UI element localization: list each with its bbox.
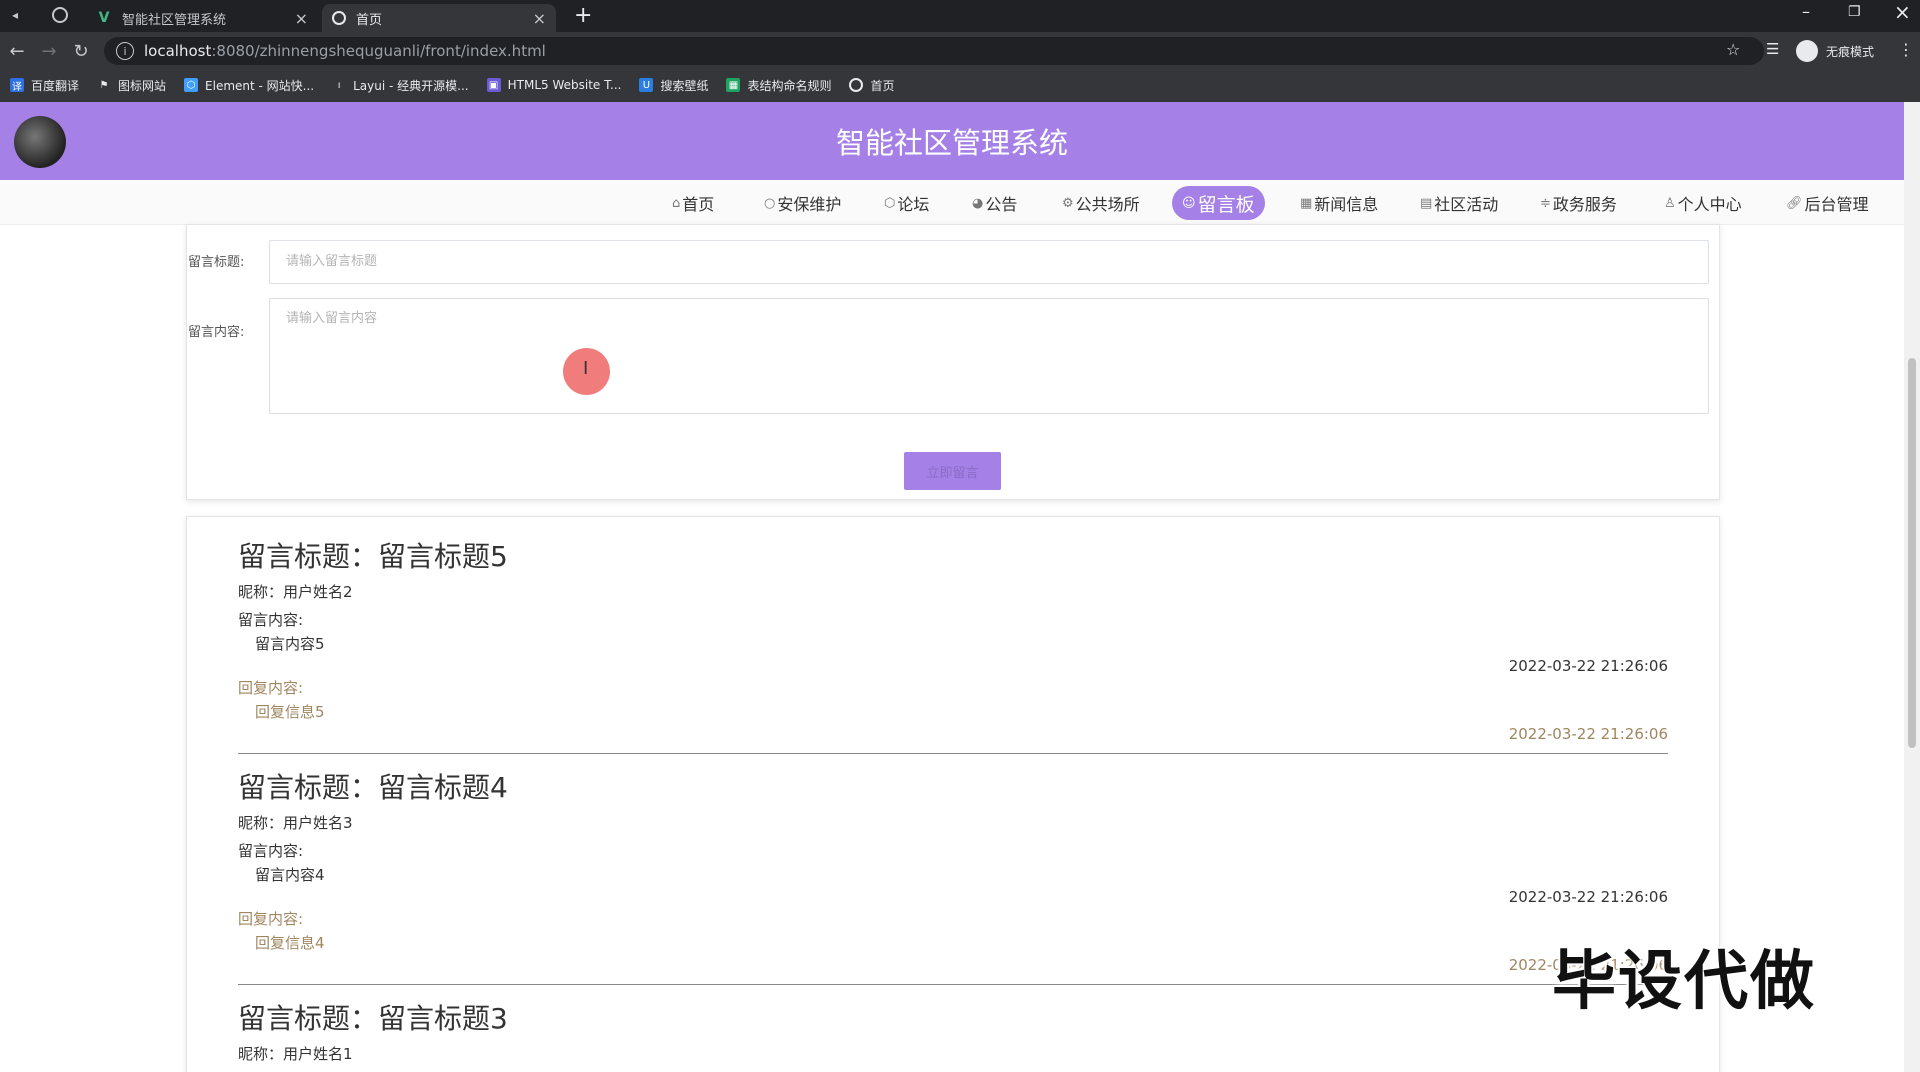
tab-label: 首页 [356, 12, 383, 28]
scrollbar-thumb[interactable] [1908, 358, 1916, 748]
globe-icon [849, 78, 864, 92]
message-nickname: 昵称：用户姓名1 [238, 1045, 353, 1063]
address-bar[interactable]: i localhost :8080/zhinnengshequguanli/fr… [104, 37, 1764, 65]
divider [238, 984, 1668, 985]
divider [238, 753, 1668, 754]
reply-content: 回复信息4 [255, 934, 325, 952]
site-header: 智能社区管理系统 [0, 102, 1904, 180]
wallpaper-icon: U [639, 78, 654, 92]
reload-icon[interactable]: ↻ [70, 40, 92, 62]
menu-icon[interactable]: ⋮ [1898, 40, 1914, 59]
watermark: 毕设代做 [1552, 945, 1816, 1019]
nav-item-activities[interactable]: ▤ 社区活动 [1420, 186, 1498, 220]
nav-item-forum[interactable]: ⬡ 论坛 [884, 186, 929, 220]
submit-message-button[interactable]: 立即留言 [904, 452, 1001, 490]
sliders-icon: ≑ [1540, 195, 1551, 211]
forward-icon[interactable]: → [38, 40, 60, 62]
minimize-icon[interactable]: – [1802, 2, 1810, 21]
message-content: 留言内容4 [255, 866, 325, 884]
settings-icon: ⚙ [1062, 195, 1074, 211]
reply-label: 回复内容: [238, 910, 304, 928]
reply-content: 回复信息5 [255, 703, 325, 721]
message-time: 2022-03-22 21:26:06 [1508, 657, 1668, 675]
title-label: 留言标题: [188, 255, 245, 270]
palette-icon: ◕ [972, 195, 984, 211]
calendar-icon: ▦ [1300, 195, 1313, 211]
browser-tab-bar: ◂ V 智能社区管理系统 × 首页 × + – ❐ × [0, 0, 1920, 32]
url-path: :8080/zhinnengshequguanli/front/index.ht… [211, 42, 546, 60]
message-list: 留言标题：留言标题5 昵称：用户姓名2 留言内容: 留言内容5 2022-03-… [186, 516, 1720, 1072]
reading-list-icon[interactable]: ☰ [1766, 40, 1779, 58]
nav-item-home[interactable]: ⌂ 首页 [672, 186, 714, 220]
message-nickname: 昵称：用户姓名2 [238, 583, 353, 601]
nav-item-news[interactable]: ▦ 新闻信息 [1300, 186, 1378, 220]
back-icon[interactable]: ← [6, 40, 28, 62]
window-close-icon[interactable]: × [1894, 0, 1911, 24]
smile-icon: ☺ [1182, 195, 1196, 211]
element-icon: ⬡ [184, 78, 199, 92]
home-icon: ⌂ [672, 195, 681, 211]
url-host: localhost [144, 42, 212, 60]
message-title: 留言标题：留言标题4 [238, 771, 508, 804]
bookmarks-bar: 译百度翻译 ⚑ 图标网站 ⬡ Element - 网站快... ı Layui - 经… [0, 68, 1920, 103]
info-icon[interactable]: i [116, 42, 134, 60]
tab-label: 智能社区管理系统 [122, 12, 227, 28]
circle-icon: ○ [764, 195, 776, 211]
message-form: 留言标题: 请输入留言标题 留言内容: 请输入留言内容 立即留言 I [186, 224, 1720, 500]
link-icon: 🔗︎ [1786, 195, 1803, 211]
message-content-label: 留言内容: [238, 611, 304, 629]
nav-item-admin[interactable]: 🔗︎ 后台管理 [1786, 186, 1869, 220]
content-label: 留言内容: [188, 325, 245, 340]
text-cursor-icon: I [583, 358, 589, 379]
bookmark-item[interactable]: ⬡ Element - 网站快... [184, 77, 314, 94]
main-nav: ⌂ 首页 ○ 安保维护 ⬡ 论坛 ◕ 公告 ⚙ 公共场所 ☺ 留言板 ▦ 新闻信息 ▤ 社区活动… [0, 180, 1904, 225]
message-title: 留言标题：留言标题3 [238, 1002, 508, 1035]
translate-icon: 译 [10, 78, 24, 93]
message-content: 留言内容5 [255, 635, 325, 653]
reply-label: 回复内容: [238, 679, 304, 697]
web-page: 智能社区管理系统 ⌂ 首页 ○ 安保维护 ⬡ 论坛 ◕ 公告 ⚙ 公共场所 ☺ 留言板 ▦ 新… [0, 102, 1904, 1072]
close-icon[interactable]: × [295, 9, 308, 28]
document-icon: ▤ [1420, 195, 1433, 211]
tab-admin-system[interactable]: V 智能社区管理系统 × [86, 4, 318, 32]
bookmark-item[interactable]: ▦ 表结构命名规则 [726, 77, 831, 94]
title-input[interactable]: 请输入留言标题 [269, 240, 1709, 284]
nav-item-message-board[interactable]: ☺ 留言板 [1172, 186, 1265, 220]
nav-item-security[interactable]: ○ 安保维护 [764, 186, 841, 220]
message-nickname: 昵称：用户姓名3 [238, 814, 353, 832]
nav-item-notice[interactable]: ◕ 公告 [972, 186, 1017, 220]
bookmark-item[interactable]: 译百度翻译 [10, 77, 79, 94]
close-icon[interactable]: × [533, 9, 546, 28]
message-time: 2022-03-22 21:26:06 [1508, 888, 1668, 906]
bookmark-item[interactable]: ⚑ 图标网站 [97, 77, 167, 94]
globe-icon[interactable] [52, 7, 68, 23]
bookmark-item[interactable]: 首页 [849, 77, 895, 94]
message-title: 留言标题：留言标题5 [238, 540, 508, 573]
bookmark-item[interactable]: ▣ HTML5 Website T... [486, 78, 621, 92]
tab-home[interactable]: 首页 × [322, 4, 556, 32]
nav-item-public-places[interactable]: ⚙ 公共场所 [1062, 186, 1140, 220]
star-icon[interactable]: ☆ [1726, 40, 1740, 59]
nav-item-personal-center[interactable]: ♙ 个人中心 [1664, 186, 1742, 220]
site-title: 智能社区管理系统 [835, 126, 1068, 160]
incognito-icon[interactable] [1796, 40, 1818, 62]
bookmark-item[interactable]: ı Layui - 经典开源模... [332, 77, 469, 94]
user-icon: ♙ [1664, 195, 1676, 211]
v-logo-icon: V [98, 10, 110, 26]
reply-time: 2022-03-22 21:26:06 [1508, 725, 1668, 743]
nav-item-gov-services[interactable]: ≑ 政务服务 [1540, 186, 1617, 220]
html5-icon: ▣ [486, 78, 501, 92]
table-icon: ▦ [726, 78, 741, 92]
new-tab-icon[interactable]: + [574, 3, 592, 28]
restore-icon[interactable]: ❐ [1848, 4, 1861, 20]
bookmark-item[interactable]: U 搜索壁纸 [639, 77, 708, 94]
incognito-label: 无痕模式 [1826, 45, 1875, 59]
message-content-label: 留言内容: [238, 842, 304, 860]
flag-icon: ⚑ [99, 79, 109, 91]
content-textarea[interactable]: 请输入留言内容 [269, 298, 1709, 414]
layui-icon: ı [337, 79, 341, 91]
tab-search-icon[interactable]: ◂ [12, 8, 18, 22]
globe-icon [332, 11, 346, 25]
cube-icon: ⬡ [884, 195, 896, 211]
